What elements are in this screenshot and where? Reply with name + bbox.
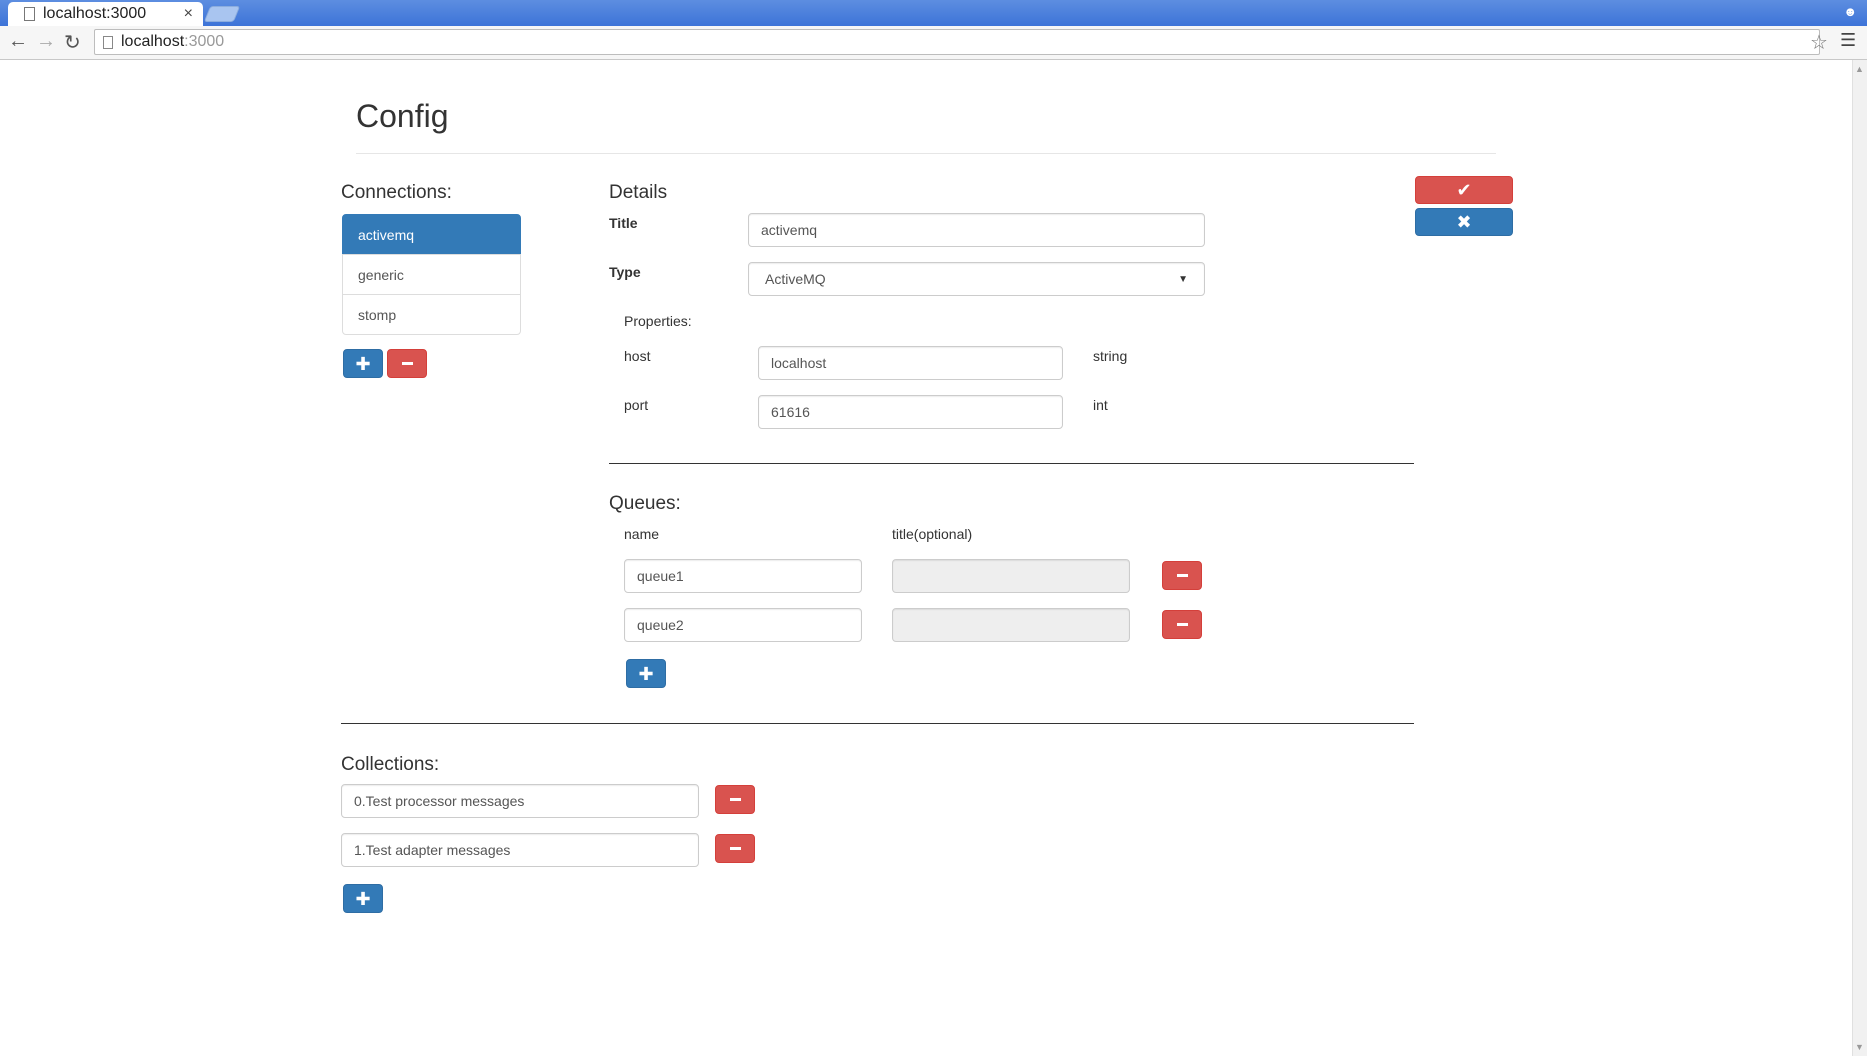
plus-icon: ✚ bbox=[355, 888, 371, 909]
connection-item-label: generic bbox=[358, 266, 404, 283]
add-queue-button[interactable]: ✚ bbox=[626, 659, 666, 688]
url-host: localhost bbox=[121, 33, 185, 50]
remove-queue-button[interactable] bbox=[1162, 561, 1202, 590]
details-heading: Details bbox=[609, 182, 668, 203]
page-icon bbox=[103, 35, 113, 49]
connections-heading: Connections: bbox=[341, 182, 452, 203]
connections-list: activemq generic stomp bbox=[342, 214, 521, 335]
property-host-input[interactable] bbox=[758, 346, 1063, 380]
connection-item-generic[interactable]: generic bbox=[342, 254, 521, 295]
new-tab-button[interactable] bbox=[203, 6, 241, 22]
minus-icon bbox=[1176, 623, 1188, 626]
connection-item-activemq[interactable]: activemq bbox=[342, 214, 521, 255]
plus-icon: ✚ bbox=[355, 353, 371, 374]
queues-heading: Queues: bbox=[609, 493, 681, 514]
connection-item-label: stomp bbox=[358, 306, 397, 323]
save-config-button[interactable]: ✔ bbox=[1415, 176, 1513, 204]
queue-title-header: title(optional) bbox=[892, 526, 973, 542]
cancel-config-button[interactable]: ✖ bbox=[1415, 208, 1513, 236]
details-divider bbox=[609, 463, 1414, 464]
browser-menu-icon[interactable]: ☰ bbox=[1840, 30, 1856, 51]
address-bar[interactable]: localhost:3000 bbox=[94, 29, 1820, 55]
properties-label: Properties: bbox=[624, 313, 692, 329]
queue-name-input[interactable] bbox=[624, 559, 862, 593]
queues-divider bbox=[341, 723, 1414, 724]
minus-icon bbox=[729, 847, 741, 850]
title-label: Title bbox=[609, 215, 638, 231]
browser-toolbar: ← → ↻ localhost:3000 ☆ ☰ bbox=[0, 26, 1867, 60]
add-collection-button[interactable]: ✚ bbox=[343, 884, 383, 913]
collection-input[interactable] bbox=[341, 833, 699, 867]
back-arrow-icon[interactable]: ← bbox=[8, 30, 28, 53]
type-label: Type bbox=[609, 264, 641, 280]
property-name-host: host bbox=[624, 348, 651, 364]
type-select-value: ActiveMQ bbox=[765, 271, 826, 287]
page-scrollbar[interactable]: ▲ ▼ bbox=[1852, 60, 1867, 1056]
collection-input[interactable] bbox=[341, 784, 699, 818]
close-icon: ✖ bbox=[1456, 211, 1472, 232]
minus-icon bbox=[729, 798, 741, 801]
title-input[interactable] bbox=[748, 213, 1205, 247]
forward-arrow-icon[interactable]: → bbox=[36, 30, 56, 53]
check-icon: ✔ bbox=[1456, 179, 1472, 200]
property-type-port: int bbox=[1093, 397, 1108, 413]
minus-icon bbox=[401, 362, 413, 365]
browser-tab-strip: localhost:3000 × ☻ bbox=[0, 0, 1867, 26]
profile-icon[interactable]: ☻ bbox=[1843, 4, 1857, 19]
property-type-host: string bbox=[1093, 348, 1128, 364]
bookmark-star-icon[interactable]: ☆ bbox=[1810, 30, 1828, 55]
chevron-down-icon: ▼ bbox=[1178, 273, 1188, 285]
tab-title: localhost:3000 bbox=[43, 5, 147, 22]
browser-tab[interactable]: localhost:3000 × bbox=[8, 2, 203, 26]
collections-heading: Collections: bbox=[341, 754, 440, 775]
queue-title-input[interactable] bbox=[892, 559, 1130, 593]
queue-title-input[interactable] bbox=[892, 608, 1130, 642]
scroll-down-arrow-icon[interactable]: ▼ bbox=[1855, 1042, 1864, 1052]
title-divider bbox=[356, 153, 1496, 154]
property-name-port: port bbox=[624, 397, 649, 413]
remove-connection-button[interactable] bbox=[387, 349, 427, 378]
scroll-up-arrow-icon[interactable]: ▲ bbox=[1855, 64, 1864, 74]
remove-collection-button[interactable] bbox=[715, 834, 755, 863]
connection-item-label: activemq bbox=[358, 226, 415, 243]
minus-icon bbox=[1176, 574, 1188, 577]
plus-icon: ✚ bbox=[638, 663, 654, 684]
connection-item-stomp[interactable]: stomp bbox=[342, 294, 521, 335]
remove-collection-button[interactable] bbox=[715, 785, 755, 814]
page-icon bbox=[24, 7, 35, 21]
type-select[interactable]: ActiveMQ ▼ bbox=[748, 262, 1205, 296]
queue-name-header: name bbox=[624, 526, 660, 542]
page-title: Config bbox=[356, 98, 449, 134]
property-port-input[interactable] bbox=[758, 395, 1063, 429]
reload-icon[interactable]: ↻ bbox=[64, 30, 81, 55]
remove-queue-button[interactable] bbox=[1162, 610, 1202, 639]
add-connection-button[interactable]: ✚ bbox=[343, 349, 383, 378]
url-port: :3000 bbox=[184, 33, 225, 50]
queue-name-input[interactable] bbox=[624, 608, 862, 642]
tab-close-icon[interactable]: × bbox=[184, 5, 193, 23]
